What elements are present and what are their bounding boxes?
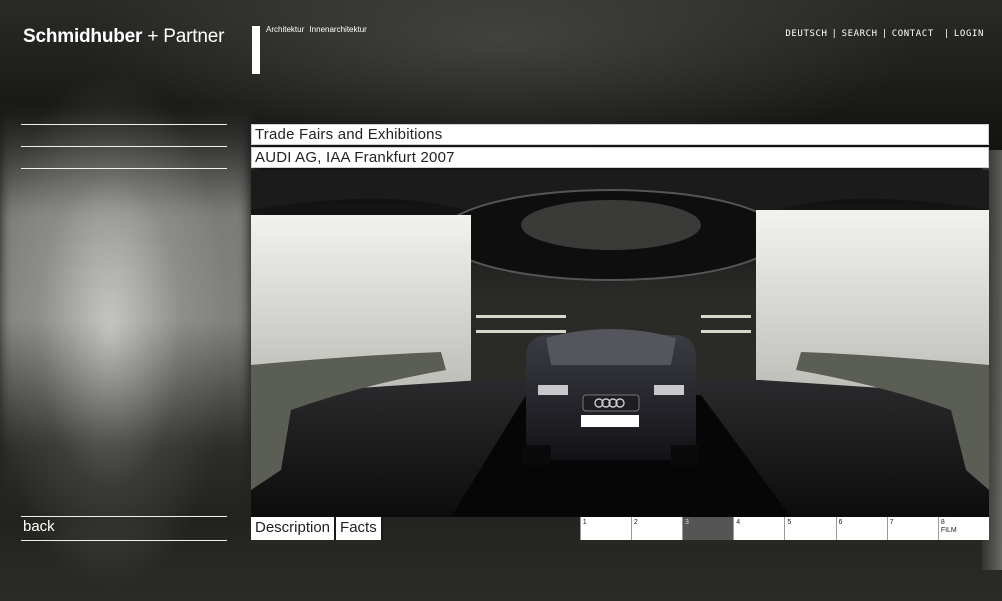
- bottom-bar-spacer: [383, 517, 580, 540]
- brand-divider-bar: [252, 26, 260, 74]
- page-thumb-8-film[interactable]: 8 FILM: [937, 517, 989, 540]
- nav-contact[interactable]: CONTACT: [892, 29, 934, 39]
- photo-illustration: [251, 170, 989, 517]
- nav-login[interactable]: LOGIN: [954, 29, 984, 39]
- page-thumb-6[interactable]: 6: [835, 517, 887, 540]
- top-navigation: DEUTSCH | SEARCH | CONTACT | LOGIN: [785, 29, 984, 39]
- page-thumb-7[interactable]: 7: [886, 517, 938, 540]
- page-thumb-1[interactable]: 1: [579, 517, 631, 540]
- sidebar-divider: [21, 146, 227, 147]
- brand-name-rest: + Partner: [147, 26, 225, 47]
- nav-search[interactable]: SEARCH: [842, 29, 878, 39]
- facts-button[interactable]: Facts: [336, 517, 383, 540]
- brand-subtitle: Architektur Innenarchitektur: [266, 25, 367, 34]
- project-title: AUDI AG, IAA Frankfurt 2007: [251, 147, 989, 168]
- brand-logo[interactable]: Schmidhuber + Partner: [23, 26, 224, 48]
- project-category: Trade Fairs and Exhibitions: [251, 124, 989, 145]
- page-thumb-5[interactable]: 5: [784, 517, 836, 540]
- project-bottom-bar: Description Facts 1 2 3 4 5 6 7 8 FILM: [251, 517, 989, 540]
- back-link[interactable]: back: [23, 518, 55, 535]
- image-pager: 1 2 3 4 5 6 7 8 FILM: [579, 517, 989, 540]
- sidebar-divider: [21, 516, 227, 517]
- page-thumb-2[interactable]: 2: [630, 517, 683, 540]
- sidebar-divider: [21, 124, 227, 125]
- background-blur-left: [0, 110, 250, 530]
- page-thumb-3-active[interactable]: 3: [682, 517, 734, 540]
- nav-deutsch[interactable]: DEUTSCH: [785, 29, 827, 39]
- brand-name-bold: Schmidhuber: [23, 26, 143, 47]
- sidebar-divider: [21, 168, 227, 169]
- sidebar-divider: [21, 540, 227, 541]
- project-photo: [251, 170, 989, 517]
- description-button[interactable]: Description: [251, 517, 337, 540]
- page-thumb-4[interactable]: 4: [733, 517, 785, 540]
